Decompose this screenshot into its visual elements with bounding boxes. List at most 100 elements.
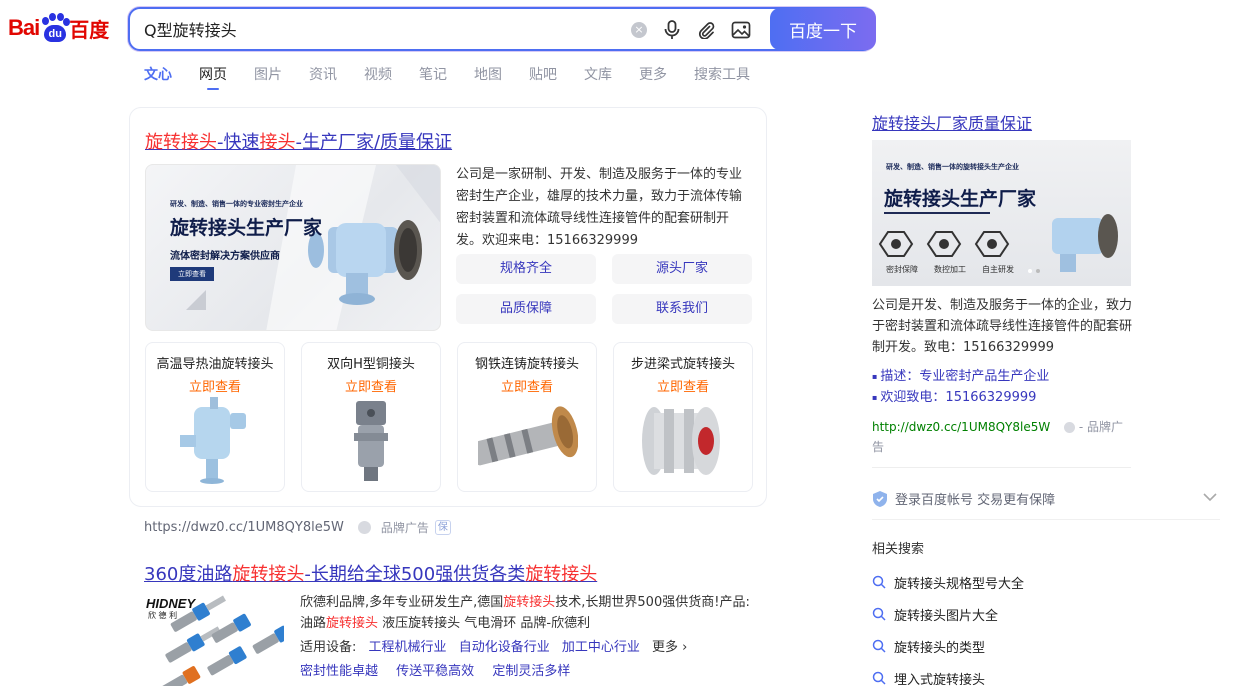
- search-box: × 百度一下: [128, 7, 876, 51]
- right-banner-icon-label: 数控加工: [934, 265, 966, 274]
- ad-title-link[interactable]: 旋转接头-快速接头-生产厂家/质量保证: [145, 128, 452, 154]
- ad-url[interactable]: https://dwz0.cc/1UM8QY8le5W: [144, 520, 344, 535]
- result2-image[interactable]: HIDNEY 欣 德 利: [144, 594, 284, 686]
- result2-title-link[interactable]: 360度油路旋转接头-长期给全球500强供货各类旋转接头: [144, 560, 597, 586]
- search-icon: [872, 671, 886, 685]
- ad-sitelinks: 规格齐全 源头厂家 品质保障 联系我们: [456, 254, 752, 324]
- product-cta[interactable]: 立即查看: [614, 376, 752, 395]
- related-search-item[interactable]: 旋转接头规格型号大全: [872, 566, 1024, 598]
- right-ad-title[interactable]: 旋转接头厂家质量保证: [872, 110, 1032, 134]
- product-name: 钢铁连铸旋转接头: [474, 357, 579, 372]
- related-searches-title: 相关搜索: [872, 542, 925, 557]
- clear-icon[interactable]: ×: [628, 19, 650, 41]
- verified-icon: [357, 521, 371, 534]
- ad-banner-sub: 流体密封解决方案供应商: [170, 251, 280, 262]
- ad-banner-button: 立即查看: [170, 267, 214, 281]
- chevron-down-icon[interactable]: [1203, 490, 1217, 506]
- search-icon: [872, 575, 886, 589]
- result2-features: 密封性能卓越 传送平稳高效 定制灵活多样: [300, 660, 584, 679]
- baidu-logo[interactable]: Bai du 百度: [8, 10, 112, 46]
- product-name: 双向H型铜接头: [327, 357, 415, 372]
- right-ad-bullets: 描述：专业密封产品生产企业 欢迎致电：15166329999: [872, 366, 1049, 408]
- tab-video[interactable]: 视频: [364, 64, 392, 90]
- feature-link-custom[interactable]: 定制灵活多样: [492, 664, 570, 679]
- attachment-icon[interactable]: [695, 19, 717, 41]
- feature-link-sealing[interactable]: 密封性能卓越: [300, 664, 378, 679]
- related-search-item[interactable]: 旋转接头图片大全: [872, 598, 1024, 630]
- more-link[interactable]: 更多 ›: [652, 640, 687, 655]
- microphone-icon[interactable]: [661, 19, 683, 41]
- result2-img-brand: HIDNEY: [146, 596, 196, 611]
- right-ad-url-line: http://dwz0.cc/1UM8QY8le5W - 品牌广告: [872, 417, 1134, 457]
- ad-products: 高温导热油旋转接头 立即查看 双向H型铜接头 立即查看 钢铁连铸旋转接头 立即查…: [145, 342, 753, 492]
- search-icon: [872, 639, 886, 653]
- login-text: 登录百度帐号 交易更有保障: [895, 493, 1056, 508]
- login-prompt[interactable]: 登录百度帐号 交易更有保障: [872, 489, 1055, 508]
- brand-ad-label[interactable]: 品牌广告: [381, 519, 429, 536]
- product-card-high-temp[interactable]: 高温导热油旋转接头 立即查看: [145, 342, 285, 492]
- right-ad-url[interactable]: http://dwz0.cc/1UM8QY8le5W: [872, 420, 1050, 434]
- right-ad-description: 公司是开发、制造及服务于一体的企业，致力于密封装置和流体疏导线性连接管件的配套研…: [872, 298, 1133, 355]
- logo-cn: 百度: [69, 17, 110, 42]
- bullet-item[interactable]: 欢迎致电：15166329999: [872, 387, 1049, 408]
- equip-link-construction[interactable]: 工程机械行业: [369, 640, 447, 655]
- search-tabs: 文心 网页 图片 资讯 视频 笔记 地图 贴吧 文库 更多 搜索工具: [144, 64, 777, 90]
- tab-web[interactable]: 网页: [199, 64, 227, 90]
- paw-icon: du: [40, 13, 71, 43]
- divider: [872, 519, 1220, 520]
- sitelink-specs[interactable]: 规格齐全: [456, 254, 596, 284]
- feature-link-smooth[interactable]: 传送平稳高效: [396, 664, 474, 679]
- image-search-icon[interactable]: [730, 19, 752, 41]
- product-image-steel: [478, 406, 578, 466]
- equip-link-machining[interactable]: 加工中心行业: [562, 640, 640, 655]
- guarantee-icon[interactable]: 保: [434, 520, 451, 535]
- product-cta[interactable]: 立即查看: [458, 376, 596, 395]
- search-input[interactable]: [144, 19, 614, 38]
- right-banner-icon-label: 密封保障: [886, 265, 918, 274]
- ad-description: 公司是一家研制、开发、制造及服务于一体的专业密封生产企业，雄厚的技术力量，致力于…: [456, 167, 743, 248]
- equip-link-automation[interactable]: 自动化设备行业: [459, 640, 550, 655]
- shield-icon: [873, 490, 887, 507]
- product-image-high-temp: [180, 397, 246, 484]
- tab-more[interactable]: 更多: [639, 64, 667, 90]
- tab-map[interactable]: 地图: [474, 64, 502, 90]
- result2-img-brand-cn: 欣 德 利: [148, 611, 178, 620]
- tab-images[interactable]: 图片: [254, 64, 282, 90]
- product-image-h-type: [354, 401, 388, 481]
- bullet-item[interactable]: 描述：专业密封产品生产企业: [872, 366, 1049, 387]
- product-name: 步进梁式旋转接头: [630, 357, 735, 372]
- divider: [872, 467, 1131, 468]
- ad-banner-heading: 旋转接头生产厂家: [170, 217, 323, 239]
- verified-icon: [1064, 422, 1076, 433]
- right-ad-banner[interactable]: 研发、制造、销售一体的旋转接头生产企业 旋转接头生产厂家 密封保障 数控加工 自…: [872, 140, 1131, 286]
- sitelink-factory[interactable]: 源头厂家: [612, 254, 752, 284]
- sitelink-contact[interactable]: 联系我们: [612, 294, 752, 324]
- product-cta[interactable]: 立即查看: [302, 376, 440, 395]
- product-cta[interactable]: 立即查看: [146, 376, 284, 395]
- result2-description: 欣德利品牌,多年专业研发生产,德国旋转接头技术,长期世界500强供货商!产品:油…: [300, 595, 750, 631]
- tab-tieba[interactable]: 贴吧: [529, 64, 557, 90]
- logo-bai: Bai: [8, 15, 40, 40]
- related-search-item[interactable]: 旋转接头的类型: [872, 630, 1024, 662]
- right-banner-icon-label: 自主研发: [982, 265, 1014, 274]
- product-card-h-type[interactable]: 双向H型铜接头 立即查看: [301, 342, 441, 492]
- equip-label: 适用设备:: [300, 640, 357, 655]
- tab-wenku[interactable]: 文库: [584, 64, 612, 90]
- ad-card: 旋转接头-快速接头-生产厂家/质量保证 研发、制造、销售一体的专业密封生产企业 …: [129, 107, 767, 507]
- tab-news[interactable]: 资讯: [309, 64, 337, 90]
- tab-search-tools[interactable]: 搜索工具: [694, 64, 750, 90]
- search-button[interactable]: 百度一下: [770, 8, 876, 50]
- tab-wenxin[interactable]: 文心: [144, 64, 172, 90]
- result2-equipment: 适用设备: 工程机械行业 自动化设备行业 加工中心行业 更多 ›: [300, 636, 687, 655]
- product-image-walking-beam: [642, 407, 720, 475]
- product-card-walking-beam[interactable]: 步进梁式旋转接头 立即查看: [613, 342, 753, 492]
- ad-url-line: https://dwz0.cc/1UM8QY8le5W 品牌广告 保: [144, 519, 451, 536]
- sitelink-quality[interactable]: 品质保障: [456, 294, 596, 324]
- related-search-item[interactable]: 埋入式旋转接头: [872, 662, 1024, 694]
- search-icon: [872, 607, 886, 621]
- product-name: 高温导热油旋转接头: [156, 357, 274, 372]
- product-card-steel[interactable]: 钢铁连铸旋转接头 立即查看: [457, 342, 597, 492]
- ad-banner-tagline: 研发、制造、销售一体的专业密封生产企业: [170, 200, 303, 208]
- ad-banner-image[interactable]: 研发、制造、销售一体的专业密封生产企业 旋转接头生产厂家 流体密封解决方案供应商…: [145, 164, 441, 331]
- tab-notes[interactable]: 笔记: [419, 64, 447, 90]
